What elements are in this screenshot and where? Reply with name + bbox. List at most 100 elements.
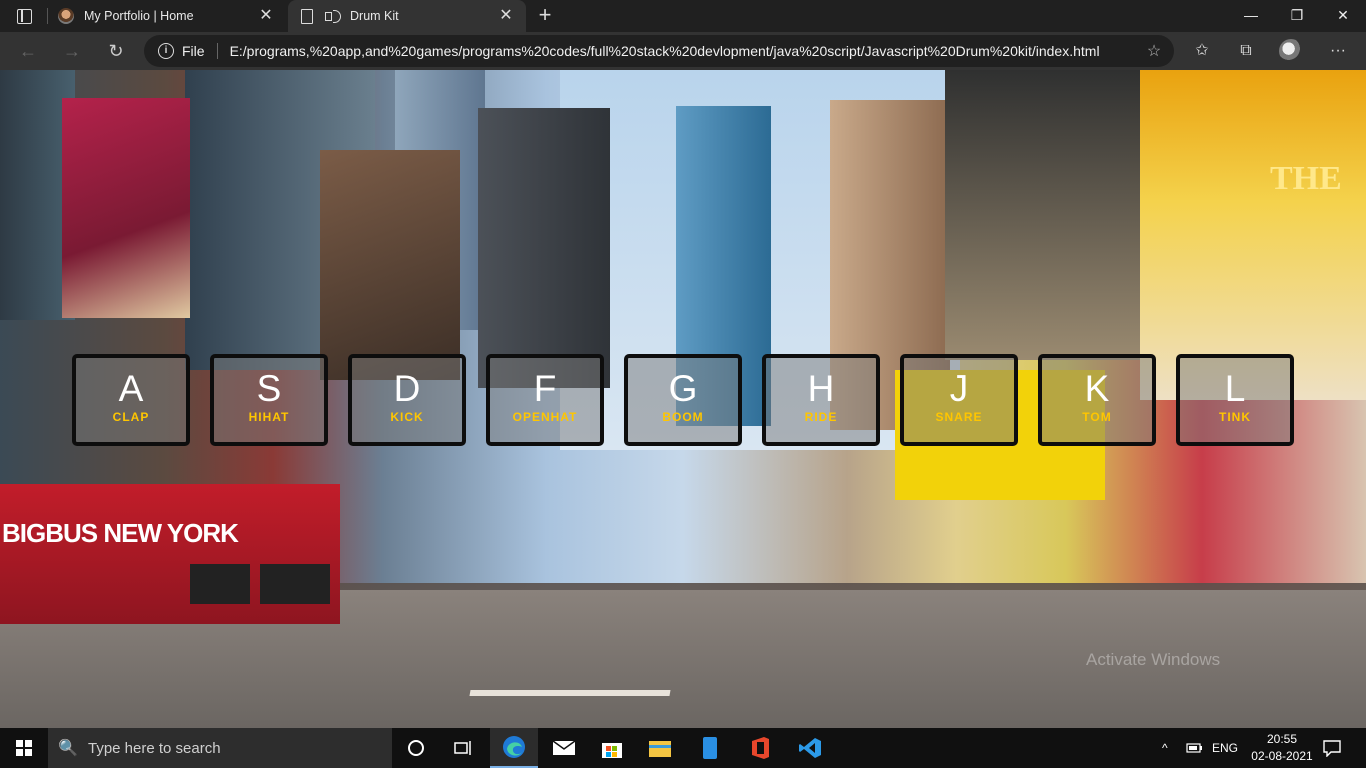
office-icon (752, 737, 769, 759)
show-hidden-icons-button[interactable]: ^ (1162, 728, 1168, 768)
task-view-icon (454, 741, 471, 755)
mail-icon (552, 740, 576, 755)
file-explorer-taskbar-button[interactable] (636, 728, 684, 768)
background-billboard (62, 98, 190, 318)
drum-sound-label: OPENHAT (512, 410, 578, 424)
drum-key-label: A (118, 368, 144, 409)
scheme-label: File (182, 43, 205, 59)
search-placeholder: Type here to search (88, 739, 221, 757)
drum-key-label: G (668, 368, 698, 409)
background-building (945, 70, 1145, 360)
battery-icon[interactable] (1186, 728, 1204, 768)
address-bar[interactable]: i File E:/programs,%20app,and%20games/pr… (144, 35, 1174, 67)
drum-button-g[interactable]: G BOOM (624, 354, 742, 446)
activation-watermark: Activate Windows (1086, 650, 1221, 669)
drum-sound-label: KICK (390, 410, 424, 424)
office-taskbar-button[interactable] (736, 728, 784, 768)
minimize-button[interactable]: — (1228, 0, 1274, 32)
windows-logo-icon (16, 740, 32, 756)
drum-key-label: S (256, 368, 282, 409)
tab-drum-kit[interactable]: Drum Kit ✕ (288, 0, 526, 32)
drum-key-label: J (949, 368, 969, 409)
drum-button-d[interactable]: D KICK (348, 354, 466, 446)
drum-button-l[interactable]: L TINK (1176, 354, 1294, 446)
tab-title: Drum Kit (350, 9, 399, 23)
drum-sound-label: SNARE (935, 410, 983, 424)
info-icon[interactable]: i (158, 43, 174, 59)
clock-time: 20:55 (1266, 732, 1298, 746)
background-billboard (320, 150, 460, 380)
drum-button-f[interactable]: F OPENHAT (486, 354, 604, 446)
store-taskbar-button[interactable] (588, 728, 636, 768)
drum-button-s[interactable]: S HIHAT (210, 354, 328, 446)
taskbar-search-box[interactable]: 🔍 Type here to search (48, 728, 392, 768)
phone-icon (703, 737, 717, 759)
close-window-button[interactable]: ✕ (1320, 0, 1366, 32)
background-billboard (1140, 70, 1366, 400)
drum-sound-label: BOOM (662, 410, 704, 424)
bus-text: BIGBUS NEW YORK (2, 518, 239, 548)
clock[interactable]: 20:55 02-08-2021 (1250, 731, 1314, 765)
phone-taskbar-button[interactable] (686, 728, 734, 768)
avatar-icon (58, 8, 74, 24)
page-viewport: THE BIGBUS NEW YORK A CLAP S HIHAT D KIC… (0, 70, 1366, 728)
background-building (478, 108, 610, 388)
drum-button-k[interactable]: K TOM (1038, 354, 1156, 446)
tab-my-portfolio[interactable]: My Portfolio | Home ✕ (48, 0, 286, 32)
navigation-bar: ← → ↻ i File E:/programs,%20app,and%20ga… (0, 32, 1366, 70)
favorites-icon[interactable]: ✩ (1189, 38, 1215, 64)
drum-key-label: F (533, 368, 557, 409)
back-button[interactable]: ← (13, 36, 43, 66)
address-separator (216, 43, 218, 59)
notifications-icon[interactable] (1322, 728, 1342, 768)
drum-button-h[interactable]: H RIDE (762, 354, 880, 446)
drum-button-a[interactable]: A CLAP (72, 354, 190, 446)
mail-taskbar-button[interactable] (540, 728, 588, 768)
maximize-button[interactable]: ❐ (1274, 0, 1320, 32)
drum-key-label: D (393, 368, 421, 409)
vscode-icon (799, 738, 821, 758)
drum-sound-label: CLAP (112, 410, 150, 424)
more-menu-icon[interactable]: ··· (1325, 38, 1351, 64)
drum-key-label: K (1084, 368, 1110, 409)
speaker-icon[interactable] (324, 8, 342, 24)
reload-button[interactable]: ↻ (101, 36, 131, 66)
drum-sound-label: RIDE (804, 410, 838, 424)
vscode-taskbar-button[interactable] (786, 728, 834, 768)
new-tab-button[interactable]: + (532, 3, 558, 29)
tab-actions-menu-icon[interactable] (10, 4, 38, 28)
drum-set: A CLAP S HIHAT D KICK F OPENHAT G BOOM H… (72, 354, 1296, 446)
collections-icon[interactable]: ⧉ (1233, 38, 1259, 64)
cortana-icon (408, 740, 424, 756)
add-favorite-icon[interactable]: ☆ (1142, 41, 1166, 61)
drum-sound-label: HIHAT (248, 410, 290, 424)
drum-sound-label: TINK (1219, 410, 1251, 424)
close-tab-icon[interactable]: ✕ (492, 2, 520, 30)
forward-button[interactable]: → (57, 36, 87, 66)
start-button[interactable] (0, 728, 48, 768)
edge-icon (503, 736, 525, 758)
close-tab-icon[interactable]: ✕ (252, 2, 280, 30)
file-explorer-icon (649, 741, 671, 757)
profile-avatar[interactable] (1279, 39, 1303, 63)
drum-sound-label: TOM (1082, 410, 1112, 424)
background-plaza-marking (469, 690, 671, 696)
clock-date: 02-08-2021 (1251, 749, 1313, 763)
page-icon (298, 8, 314, 24)
cortana-button[interactable] (392, 728, 440, 768)
billboard-text: THE (1270, 160, 1342, 197)
taskbar: 🔍 Type here to search ^ ENG 20:55 02-08-… (0, 728, 1366, 768)
tab-strip: My Portfolio | Home ✕ Drum Kit ✕ + — ❐ ✕ (0, 0, 1366, 32)
url-text[interactable]: E:/programs,%20app,and%20games/programs%… (230, 43, 1142, 59)
background-bus-window (260, 564, 330, 604)
store-icon (602, 743, 622, 758)
edge-taskbar-button[interactable] (490, 728, 538, 768)
language-indicator[interactable]: ENG (1212, 728, 1238, 768)
drum-key-label: L (1224, 368, 1246, 409)
drum-button-j[interactable]: J SNARE (900, 354, 1018, 446)
background-bus-window (190, 564, 250, 604)
task-view-button[interactable] (440, 728, 488, 768)
tab-title: My Portfolio | Home (84, 9, 194, 23)
search-icon: 🔍 (58, 740, 78, 757)
drum-key-label: H (807, 368, 835, 409)
